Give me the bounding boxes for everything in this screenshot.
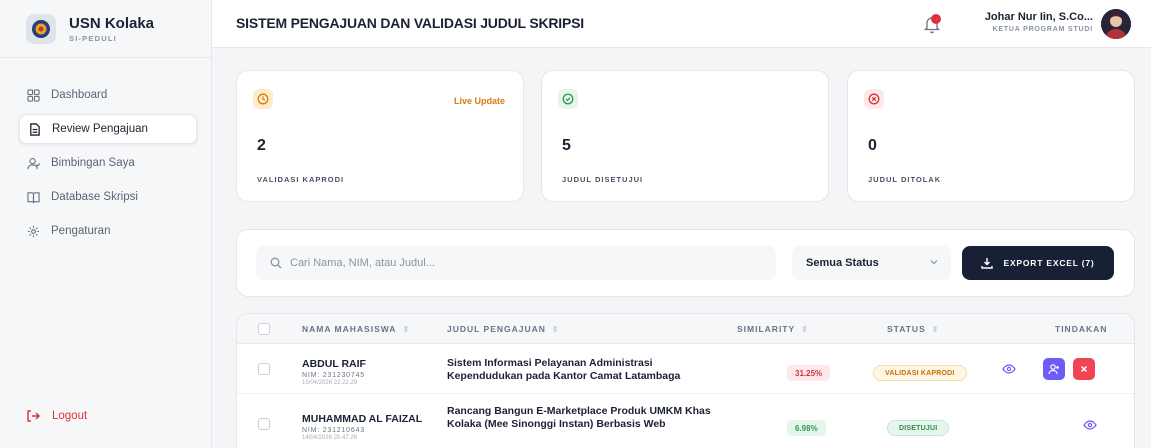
column-header-tindakan: TINDAKAN xyxy=(1055,324,1108,334)
table-header: NAMA MAHASISWA ⇕ JUDUL PENGAJUAN ⇕ SIMILAR… xyxy=(237,314,1134,344)
check-circle-icon xyxy=(558,89,578,109)
grid-icon xyxy=(27,88,40,102)
assign-supervisor-button[interactable] xyxy=(1043,358,1065,380)
notification-button[interactable] xyxy=(921,13,943,35)
sidebar-item-database-skripsi[interactable]: Database Skripsi xyxy=(19,182,197,212)
sidebar-item-pengaturan[interactable]: Pengaturan xyxy=(19,216,197,246)
stat-card-validasi-kaprodi: Live Update 2 VALIDASI KAPRODI xyxy=(236,70,524,202)
user-info[interactable]: Johar Nur Iin, S.Co... KETUA PROGRAM STU… xyxy=(969,11,1093,33)
sort-icon: ⇕ xyxy=(931,324,940,334)
thesis-title: Sistem Informasi Pelayanan Administrasi … xyxy=(447,357,681,382)
stat-value: 2 xyxy=(257,137,266,154)
logout-icon xyxy=(27,410,40,422)
sidebar-item-label: Bimbingan Saya xyxy=(51,157,135,169)
status-badge: VALIDASI KAPRODI xyxy=(873,365,967,381)
book-icon xyxy=(27,191,40,203)
export-excel-button[interactable]: EXPORT EXCEL (7) xyxy=(962,246,1114,280)
search-icon xyxy=(270,257,282,269)
row-checkbox[interactable] xyxy=(258,363,270,375)
university-logo xyxy=(26,13,56,44)
stat-label: VALIDASI KAPRODI xyxy=(257,175,345,184)
sidebar-item-dashboard[interactable]: Dashboard xyxy=(19,80,197,110)
user-plus-icon xyxy=(1048,364,1059,375)
stat-value: 5 xyxy=(562,137,571,154)
logout-label: Logout xyxy=(52,410,88,422)
user-role: KETUA PROGRAM STUDI xyxy=(992,26,1093,33)
stat-label: JUDUL DISETUJUI xyxy=(562,175,644,184)
chevron-down-icon xyxy=(930,260,938,265)
logout-button[interactable]: Logout xyxy=(26,409,87,423)
stat-value: 0 xyxy=(868,137,877,154)
gear-icon xyxy=(27,225,40,237)
status-filter-value: Semua Status xyxy=(806,257,879,269)
close-icon xyxy=(1080,365,1088,373)
sidebar: USN Kolaka SI-PEDULI Dashboard Review Pe… xyxy=(0,0,212,448)
search-box[interactable] xyxy=(256,246,776,280)
stat-label: JUDUL DITOLAK xyxy=(868,175,942,184)
page-title: SISTEM PENGAJUAN DAN VALIDASI JUDUL SKRI… xyxy=(236,15,584,31)
sidebar-item-label: Database Skripsi xyxy=(51,191,138,203)
select-all-checkbox[interactable] xyxy=(258,323,270,335)
x-circle-icon xyxy=(864,89,884,109)
view-icon[interactable] xyxy=(1002,362,1016,376)
live-update-badge: Live Update xyxy=(453,96,505,106)
sort-icon: ⇕ xyxy=(551,324,560,334)
sort-icon: ⇕ xyxy=(402,324,411,334)
sidebar-item-bimbingan-saya[interactable]: Bimbingan Saya xyxy=(19,148,197,178)
clock-icon xyxy=(253,89,273,109)
student-name: ABDUL RAIF xyxy=(302,358,366,370)
column-header-judul[interactable]: JUDUL PENGAJUAN ⇕ xyxy=(447,324,560,334)
column-header-similarity[interactable]: SIMILARITY ⇕ xyxy=(737,324,809,334)
sidebar-item-label: Review Pengajuan xyxy=(52,123,148,135)
sort-icon: ⇕ xyxy=(801,324,809,334)
student-name: MUHAMMAD AL FAIZAL xyxy=(302,413,423,425)
submission-date: 14/04/2026 20.47.26 xyxy=(302,435,358,441)
brand-name: USN Kolaka xyxy=(69,14,155,32)
search-input[interactable] xyxy=(290,257,750,269)
similarity-badge: 6.98% xyxy=(787,420,826,436)
document-icon xyxy=(30,122,40,136)
view-icon[interactable] xyxy=(1083,418,1097,432)
submission-date: 15/04/2026 22.22.29 xyxy=(302,380,358,386)
filter-panel: Semua Status EXPORT EXCEL (7) xyxy=(236,229,1135,297)
user-name: Johar Nur Iin, S.Co... xyxy=(984,11,1093,23)
submission-table: NAMA MAHASISWA ⇕ JUDUL PENGAJUAN ⇕ SIMILAR… xyxy=(236,313,1135,448)
download-icon xyxy=(981,258,994,269)
brand-subtitle: SI-PEDULI xyxy=(69,33,117,43)
student-nim: NIM: 231210643 xyxy=(302,427,365,434)
sidebar-item-review-pengajuan[interactable]: Review Pengajuan xyxy=(19,114,197,144)
sidebar-item-label: Pengaturan xyxy=(51,225,111,237)
user-icon xyxy=(27,157,40,169)
column-header-nama[interactable]: NAMA MAHASISWA ⇕ xyxy=(302,324,410,334)
avatar[interactable] xyxy=(1101,9,1131,39)
table-row[interactable]: MUHAMMAD AL FAIZAL NIM: 231210643 14/04/… xyxy=(237,394,1134,448)
notification-badge xyxy=(931,14,941,24)
student-nim: NIM: 231230745 xyxy=(302,372,365,379)
brand: USN Kolaka SI-PEDULI xyxy=(0,0,211,58)
status-filter-select[interactable]: Semua Status xyxy=(792,246,951,280)
thesis-title: Rancang Bangun E-Marketplace Produk UMKM… xyxy=(447,405,711,430)
table-row[interactable]: ABDUL RAIF NIM: 231230745 15/04/2026 22.… xyxy=(237,344,1134,394)
column-header-status[interactable]: STATUS ⇕ xyxy=(887,324,939,334)
stat-card-judul-ditolak: 0 JUDUL DITOLAK xyxy=(847,70,1135,202)
row-checkbox[interactable] xyxy=(258,418,270,430)
similarity-badge: 31.25% xyxy=(787,365,831,381)
export-label: EXPORT EXCEL (7) xyxy=(1003,258,1095,268)
stat-card-judul-disetujui: 5 JUDUL DISETUJUI xyxy=(541,70,829,202)
status-badge: DISETUJUI xyxy=(887,420,950,436)
sidebar-item-label: Dashboard xyxy=(51,89,108,101)
sidebar-nav: Dashboard Review Pengajuan Bimbingan Say… xyxy=(19,80,197,250)
top-header: SISTEM PENGAJUAN DAN VALIDASI JUDUL SKRI… xyxy=(212,0,1151,48)
reject-button[interactable] xyxy=(1073,358,1095,380)
